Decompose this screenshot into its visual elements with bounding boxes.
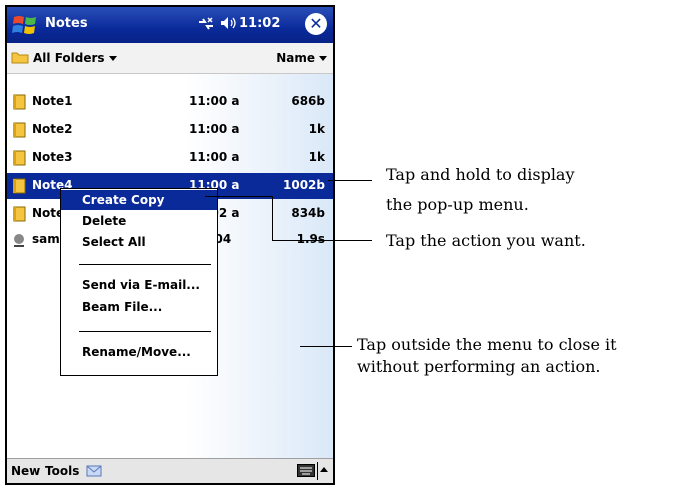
note-time: 11:00 a bbox=[189, 150, 240, 164]
folder-dropdown[interactable]: All Folders bbox=[33, 51, 117, 65]
note-size: 1.9s bbox=[296, 232, 325, 246]
recording-icon bbox=[14, 234, 24, 247]
note-size: 686b bbox=[291, 94, 325, 108]
menu-item-create-copy[interactable]: Create Copy bbox=[61, 190, 217, 210]
callout-line bbox=[328, 180, 372, 181]
chevron-down-icon bbox=[319, 56, 327, 61]
note-time: 11:00 a bbox=[189, 122, 240, 136]
note-name: Note1 bbox=[32, 94, 73, 108]
folder-bar: All Folders Name bbox=[7, 43, 333, 74]
menu-item-delete[interactable]: Delete bbox=[61, 211, 217, 231]
menu-item-send-email[interactable]: Send via E-mail... bbox=[61, 275, 217, 295]
note-name: Note2 bbox=[32, 122, 73, 136]
callout-tap-hold: Tap and hold to display the pop-up menu. bbox=[386, 165, 575, 214]
note-size: 834b bbox=[291, 206, 325, 220]
input-panel-arrow-icon[interactable] bbox=[317, 462, 330, 480]
callout-line bbox=[205, 196, 273, 197]
keyboard-icon[interactable] bbox=[297, 464, 315, 477]
note-size: 1002b bbox=[283, 178, 325, 192]
note-size: 1k bbox=[308, 150, 325, 164]
sort-dropdown[interactable]: Name bbox=[276, 51, 327, 65]
title-bar: Notes 11:02 ✕ bbox=[7, 7, 333, 43]
note-icon bbox=[13, 150, 26, 166]
chevron-down-icon bbox=[108, 56, 117, 61]
email-icon[interactable] bbox=[86, 465, 102, 477]
note-icon bbox=[13, 206, 26, 222]
note-icon bbox=[13, 94, 26, 110]
menu-divider bbox=[79, 331, 211, 332]
callout-tap-action: Tap the action you want. bbox=[386, 231, 586, 250]
note-size: 1k bbox=[308, 122, 325, 136]
app-title[interactable]: Notes bbox=[45, 16, 88, 31]
popup-menu: Create Copy Delete Select All Send via E… bbox=[60, 188, 218, 376]
callout-line bbox=[300, 346, 352, 347]
close-icon[interactable]: ✕ bbox=[305, 13, 327, 35]
callout-line bbox=[272, 240, 372, 241]
menu-divider bbox=[79, 264, 211, 265]
callout-tap-outside: Tap outside the menu to close it without… bbox=[357, 335, 617, 376]
connectivity-icon[interactable] bbox=[197, 16, 215, 36]
list-item[interactable]: Note1 11:00 a 686b bbox=[7, 89, 333, 115]
list-item[interactable]: Note2 11:00 a 1k bbox=[7, 117, 333, 143]
callout-line bbox=[272, 196, 273, 240]
menu-item-rename-move[interactable]: Rename/Move... bbox=[61, 342, 217, 362]
note-icon bbox=[13, 122, 26, 138]
note-time: 11:00 a bbox=[189, 94, 240, 108]
volume-icon[interactable] bbox=[219, 15, 237, 35]
windows-start-icon[interactable] bbox=[11, 12, 39, 38]
menu-item-beam-file[interactable]: Beam File... bbox=[61, 297, 217, 317]
pocketpc-screen: Notes 11:02 ✕ All Folders Name Note1 11:… bbox=[5, 5, 335, 485]
clock[interactable]: 11:02 bbox=[239, 16, 280, 31]
list-item[interactable]: Note3 11:00 a 1k bbox=[7, 145, 333, 171]
folder-icon bbox=[11, 52, 29, 64]
new-button[interactable]: New bbox=[11, 464, 40, 478]
menu-item-select-all[interactable]: Select All bbox=[61, 232, 217, 252]
note-name: Note3 bbox=[32, 150, 73, 164]
tools-menu[interactable]: Tools bbox=[45, 464, 79, 478]
command-bar: New Tools bbox=[7, 458, 333, 483]
note-icon bbox=[13, 178, 26, 194]
